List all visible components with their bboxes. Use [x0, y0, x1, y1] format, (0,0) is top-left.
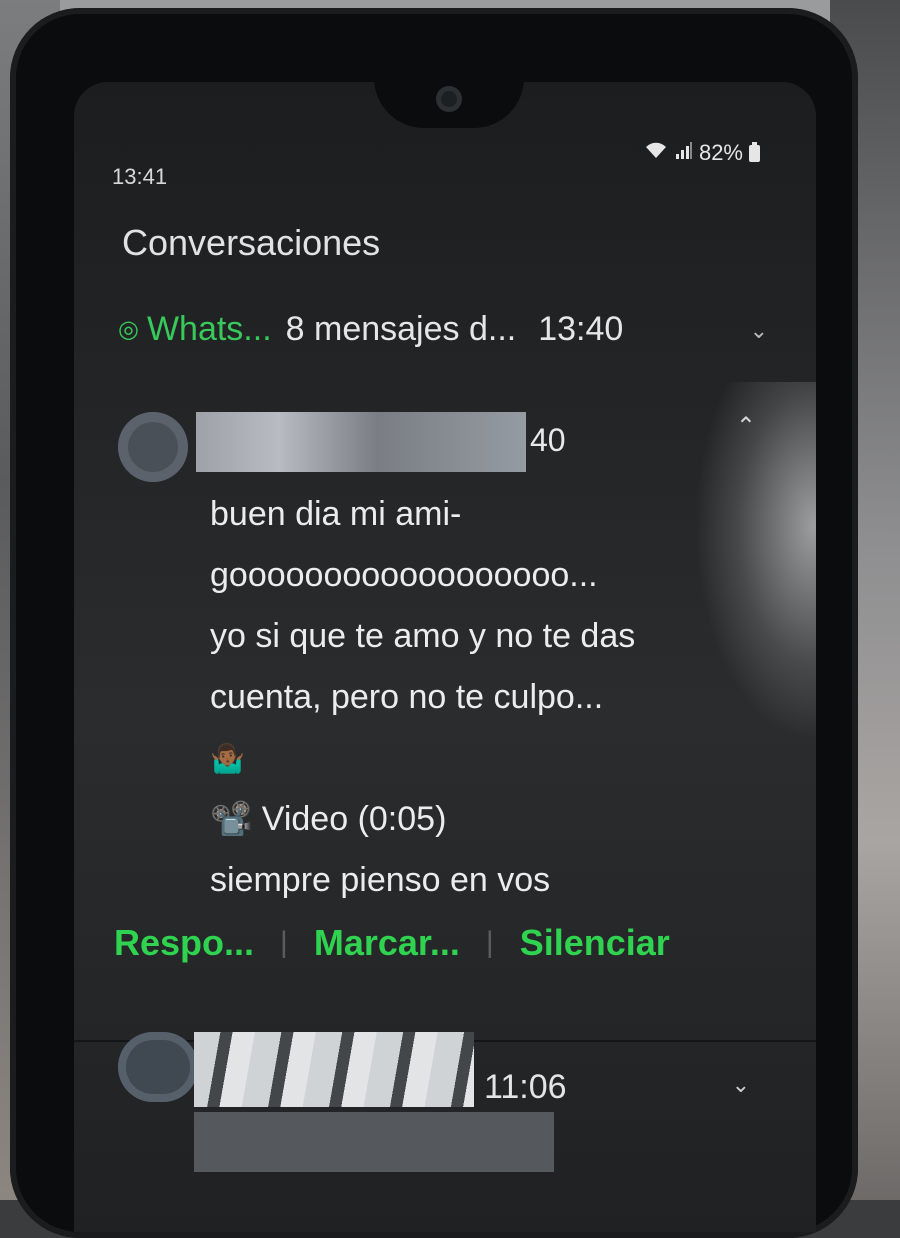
shrug-emoji: 🤷🏾‍♂️ [210, 743, 245, 774]
redacted-message-preview [194, 1112, 554, 1172]
camera-notch [374, 82, 524, 128]
status-bar-right: 82% [643, 140, 760, 166]
screen-glare [694, 382, 816, 742]
notification-actions: Respo... | Marcar... | Silenciar [114, 922, 754, 964]
wifi-icon [643, 140, 669, 166]
message-line: goooooooooooooooooo... [210, 556, 598, 594]
message-line: siempre pienso en vos [210, 861, 551, 899]
message-line: buen dia mi ami- [210, 495, 462, 533]
message-time: 40 [530, 422, 566, 458]
notification-time: 13:40 [538, 310, 624, 348]
action-divider: | [280, 926, 288, 959]
notification-app-name: Whats... [146, 310, 272, 348]
notification-header[interactable]: ◎ Whats... 8 mensajes d... 13:40 ⌄ [118, 310, 768, 349]
video-message-line: 📽️ Video (0:05) [210, 800, 447, 838]
redacted-sender-name [196, 412, 526, 472]
notification-summary: 8 mensajes d... [285, 310, 517, 348]
phone-frame: 13:41 82% Conversaciones ◎ Whats... 8 me… [10, 8, 858, 1238]
message-line: cuenta, pero no te culpo... [210, 678, 604, 716]
message-body[interactable]: buen dia mi ami- goooooooooooooooooo... … [210, 484, 770, 911]
battery-icon [749, 141, 760, 162]
mark-read-button[interactable]: Marcar... [314, 922, 460, 964]
page-title: Conversaciones [122, 222, 381, 263]
action-divider: | [485, 926, 494, 959]
message-line: yo si que te amo y no te das [210, 617, 636, 655]
status-bar-time: 13:41 [112, 164, 168, 189]
redacted-sender-name [194, 1032, 474, 1107]
battery-percent: 82% [698, 140, 743, 165]
whatsapp-icon: ◎ [118, 316, 139, 343]
avatar [118, 1032, 198, 1102]
avatar [118, 412, 188, 482]
second-notification-time: 11:06 [484, 1068, 567, 1106]
front-camera-icon [436, 86, 462, 112]
notification-shade: 13:41 82% Conversaciones ◎ Whats... 8 me… [74, 82, 816, 1232]
chevron-down-icon[interactable]: ⌄ [750, 318, 768, 344]
signal-icon [675, 140, 693, 166]
mute-button[interactable]: Silenciar [520, 922, 670, 964]
chevron-down-icon[interactable]: ⌄ [732, 1072, 750, 1098]
reply-button[interactable]: Respo... [114, 922, 254, 964]
